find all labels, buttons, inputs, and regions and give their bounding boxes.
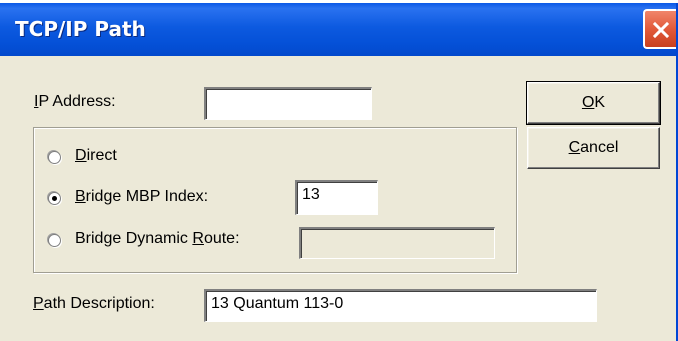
direct-label[interactable]: Direct [75, 147, 117, 165]
path-description-input[interactable]: 13 Quantum 113-0 [204, 289, 597, 322]
path-description-label: Path Description: [33, 295, 155, 312]
bridge-mbp-index-label[interactable]: Bridge MBP Index: [75, 188, 208, 206]
direct-radio[interactable] [48, 151, 61, 164]
window-title: TCP/IP Path [15, 17, 146, 41]
ok-button[interactable]: OK [526, 81, 661, 125]
ok-button-label: OK [581, 94, 606, 111]
bridge-dynamic-route-label[interactable]: Bridge Dynamic Route: [75, 230, 240, 248]
bridge-dynamic-route-input[interactable] [299, 227, 495, 259]
ip-address-input[interactable] [204, 87, 372, 120]
bridge-mbp-index-input[interactable]: 13 [295, 180, 378, 215]
dialog-window: TCP/IP Path IP Address: Direct Bridge MB… [0, 3, 678, 341]
ip-address-label: IP Address: [34, 93, 116, 110]
radio-selected-dot [52, 196, 57, 201]
bridge-mbp-index-radio[interactable] [48, 192, 61, 205]
cancel-button-label: Cancel [568, 139, 619, 156]
close-button[interactable] [643, 9, 676, 49]
cancel-button[interactable]: Cancel [527, 127, 660, 169]
bridge-dynamic-route-radio[interactable] [48, 234, 61, 247]
close-x-icon [652, 21, 670, 39]
title-bar[interactable]: TCP/IP Path [0, 3, 676, 56]
